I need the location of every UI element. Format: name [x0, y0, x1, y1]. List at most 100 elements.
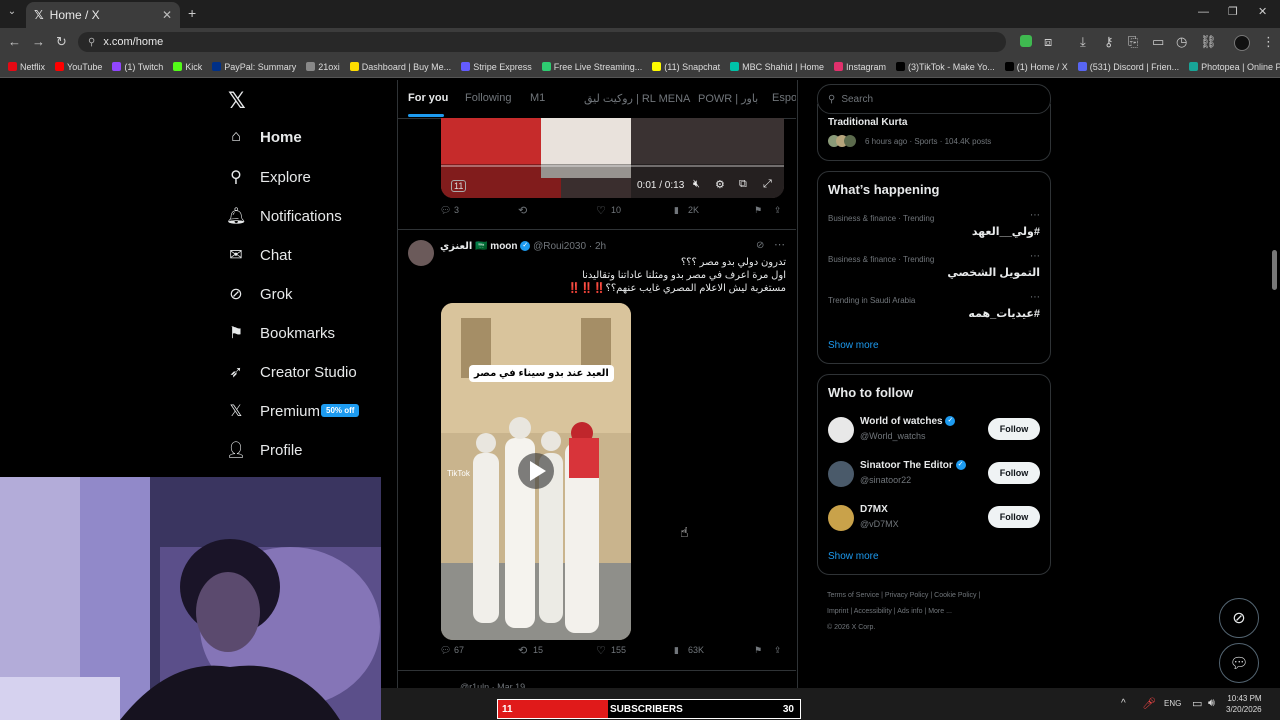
- follow-name[interactable]: World of watches: [860, 416, 943, 427]
- like-icon[interactable]: ♡: [596, 204, 606, 217]
- like-icon[interactable]: ♡: [596, 644, 606, 657]
- nav-item-bookmarks[interactable]: ⚑ Bookmarks: [226, 323, 335, 343]
- tab-close-icon[interactable]: ✕: [162, 8, 172, 22]
- extensions-icon[interactable]: ⧈: [1044, 34, 1052, 50]
- follow-show-more-link[interactable]: Show more: [828, 551, 879, 562]
- nav-item-creator-studio[interactable]: ➶ Creator Studio: [226, 362, 356, 382]
- nav-item-explore[interactable]: ⚲ Explore: [226, 167, 311, 187]
- mute-icon[interactable]: 🔇︎: [693, 178, 700, 191]
- language-indicator[interactable]: ENG: [1164, 699, 1181, 708]
- tab-search-icon[interactable]: ⌄: [4, 6, 20, 22]
- footer-link[interactable]: Ads info: [897, 608, 922, 615]
- footer-link[interactable]: Imprint: [827, 608, 848, 615]
- grok-explain-icon[interactable]: ⊘: [756, 240, 764, 251]
- post2-video[interactable]: العيد عند بدو سيناء في مصر TikTok: [441, 303, 631, 640]
- key-icon[interactable]: ⚷: [1104, 34, 1114, 50]
- grok-float-button[interactable]: ⊘: [1219, 598, 1259, 638]
- settings-gear-icon[interactable]: ⚙: [715, 178, 725, 191]
- reply-icon[interactable]: 💬︎: [440, 205, 451, 216]
- history-icon[interactable]: ◷: [1176, 34, 1187, 50]
- trend-more-icon[interactable]: ⋯: [1030, 210, 1040, 221]
- tab-powr[interactable]: POWR | باور: [698, 92, 758, 105]
- footer-link[interactable]: Cookie Policy: [934, 592, 976, 599]
- trend-item[interactable]: Business & finance · Trending ⋯ التمويل ال…: [818, 251, 1050, 291]
- bookmark-item[interactable]: Kick: [173, 62, 202, 72]
- trend-more-icon[interactable]: ⋯: [1030, 292, 1040, 303]
- reply-icon[interactable]: 💬︎: [440, 645, 451, 656]
- page-scrollbar-thumb[interactable]: [1272, 250, 1277, 290]
- bookmark-item[interactable]: (1) Home / X: [1004, 62, 1068, 72]
- follow-suggestion[interactable]: Sinatoor The Editor ✓ @sinatoor22 Follow: [818, 457, 1050, 497]
- follow-button[interactable]: Follow: [988, 462, 1040, 484]
- follow-handle[interactable]: @vD7MX: [860, 519, 899, 529]
- avatar[interactable]: [828, 417, 854, 443]
- window-close-icon[interactable]: ✕: [1258, 5, 1267, 18]
- follow-button[interactable]: Follow: [988, 506, 1040, 528]
- avatar[interactable]: [828, 461, 854, 487]
- nav-item-premium[interactable]: 𝕏 Premium: [226, 401, 320, 421]
- bookmark-icon[interactable]: ⚑: [754, 645, 762, 656]
- happening-show-more-link[interactable]: Show more: [828, 340, 879, 351]
- volume-icon[interactable]: 🔊︎: [1208, 697, 1215, 710]
- bookmark-item[interactable]: YouTube: [55, 62, 102, 72]
- repost-icon[interactable]: ⟲: [518, 644, 527, 657]
- views-icon[interactable]: ▮: [674, 205, 679, 216]
- footer-link[interactable]: Terms of Service: [827, 592, 879, 599]
- trend-card[interactable]: Traditional Kurta 6 hours ago · Sports ·…: [817, 104, 1051, 161]
- repost-icon[interactable]: ⟲: [518, 204, 527, 217]
- follow-handle[interactable]: @sinatoor22: [860, 475, 911, 485]
- views-icon[interactable]: ▮: [674, 645, 679, 656]
- bookmark-item[interactable]: (11) Snapchat: [652, 62, 720, 72]
- nav-item-grok[interactable]: ⊘ Grok: [226, 284, 292, 304]
- tab-esports[interactable]: Espor: [772, 92, 796, 104]
- browser-tab[interactable]: 𝕏 Home / X ✕: [26, 2, 180, 28]
- trend-item[interactable]: Trending in Saudi Arabia ⋯ #عيديات_همه: [818, 292, 1050, 332]
- restore-icon[interactable]: ❐: [1228, 5, 1238, 18]
- minimize-icon[interactable]: —: [1198, 6, 1209, 18]
- share-icon[interactable]: ⇪: [774, 205, 782, 216]
- reload-icon[interactable]: ↻: [56, 34, 67, 50]
- new-tab-icon[interactable]: +: [188, 5, 196, 21]
- avatar[interactable]: [828, 505, 854, 531]
- bookmark-item[interactable]: Dashboard | Buy Me...: [349, 62, 451, 72]
- site-info-icon[interactable]: ⚲: [88, 37, 95, 48]
- menu-icon[interactable]: ⋮: [1262, 34, 1275, 50]
- trend-item[interactable]: Business & finance · Trending ⋯ #ولي__العه…: [818, 210, 1050, 250]
- tab-for-you[interactable]: For you: [408, 92, 448, 104]
- footer-link[interactable]: Privacy Policy: [885, 592, 929, 599]
- share-icon[interactable]: ⇪: [774, 645, 782, 656]
- bookmark-item[interactable]: 21oxi: [306, 62, 340, 72]
- follow-name[interactable]: D7MX: [860, 504, 888, 515]
- post1-video[interactable]: 11 0:01 / 0:13 🔇︎ ⚙ ⧉ ⤢: [441, 118, 784, 198]
- x-logo-icon[interactable]: 𝕏: [228, 88, 246, 114]
- post2-handle[interactable]: @Roui2030: [533, 241, 586, 252]
- extension-shield-icon[interactable]: [1020, 35, 1032, 47]
- pip-icon[interactable]: ⧉: [739, 178, 747, 191]
- download-icon[interactable]: ⤓: [1080, 34, 1086, 50]
- bookmark-item[interactable]: (3)TikTok - Make Yo...: [896, 62, 995, 72]
- bookmark-item[interactable]: Netflix: [8, 62, 45, 72]
- network-icon[interactable]: ▭: [1192, 697, 1202, 710]
- clock[interactable]: 10:43 PM 3/20/2026: [1226, 693, 1262, 715]
- back-icon[interactable]: ←: [8, 34, 21, 49]
- address-bar[interactable]: ⚲ x.com/home: [78, 32, 1006, 52]
- trend-more-icon[interactable]: ⋯: [1030, 251, 1040, 262]
- translate-icon[interactable]: ⎘: [1128, 34, 1138, 50]
- link-icon[interactable]: ⛓: [1200, 34, 1217, 50]
- bookmark-item[interactable]: Free Live Streaming...: [541, 62, 642, 72]
- follow-handle[interactable]: @World_watchs: [860, 431, 926, 441]
- post2-time[interactable]: · 2h: [589, 241, 606, 252]
- more-options-icon[interactable]: ⋯: [774, 238, 785, 251]
- fullscreen-icon[interactable]: ⤢: [763, 178, 772, 191]
- follow-button[interactable]: Follow: [988, 418, 1040, 440]
- profile-avatar-icon[interactable]: [1234, 35, 1250, 51]
- bookmark-item[interactable]: Instagram: [834, 62, 886, 72]
- nav-item-chat[interactable]: ✉ Chat: [226, 245, 291, 265]
- nav-item-profile[interactable]: 👤︎ Profile: [226, 440, 303, 460]
- bookmark-item[interactable]: Photopea | Online P...: [1189, 62, 1280, 72]
- bookmark-item[interactable]: PayPal: Summary: [212, 62, 296, 72]
- nav-item-home[interactable]: ⌂ Home: [226, 128, 302, 146]
- card-icon[interactable]: ▭: [1152, 34, 1164, 50]
- post2-avatar[interactable]: [408, 240, 434, 266]
- footer-link[interactable]: More ...: [928, 608, 952, 615]
